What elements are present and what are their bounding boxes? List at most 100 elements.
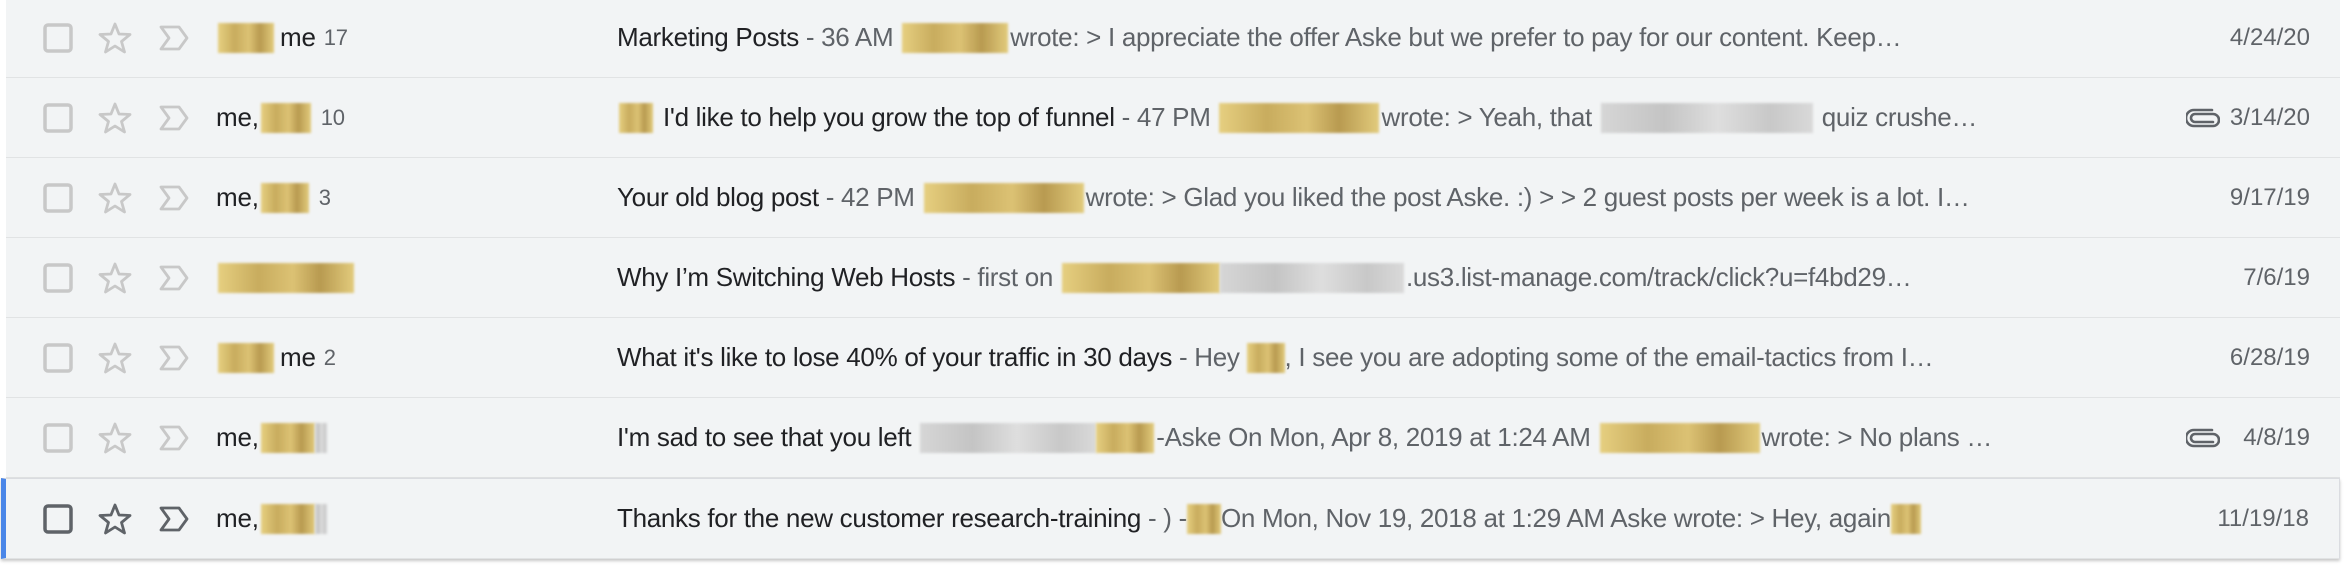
redacted-text <box>1600 102 1813 133</box>
sender: me 2 <box>216 318 336 397</box>
importance-marker-icon[interactable] <box>158 344 190 372</box>
star-icon[interactable] <box>98 181 132 215</box>
importance-marker-icon[interactable] <box>158 104 190 132</box>
snippet <box>911 422 918 453</box>
thread-date: 11/19/18 <box>2217 504 2309 532</box>
thread-content: Your old blog post - 42 PM wrote: > Glad… <box>617 158 2128 237</box>
importance-marker-icon[interactable] <box>158 24 190 52</box>
star-icon[interactable] <box>98 341 132 375</box>
redacted-name <box>1246 342 1285 373</box>
sender-name: me, <box>216 422 259 452</box>
snippet: - 47 PM <box>1114 102 1218 132</box>
snippet: wrote: > No plans … <box>1761 422 1993 452</box>
importance-marker-icon[interactable] <box>158 424 190 452</box>
snippet: quiz crushe… <box>1814 102 1978 132</box>
thread-date: 4/24/20 <box>2229 23 2310 51</box>
star-icon[interactable] <box>98 421 132 455</box>
importance-marker-icon[interactable] <box>158 184 190 212</box>
star-icon[interactable] <box>98 261 132 295</box>
thread-content: Marketing Posts - 36 AM wrote: > I appre… <box>617 0 2128 77</box>
snippet: -Aske On Mon, Apr 8, 2019 at 1:24 AM <box>1156 422 1598 452</box>
checkbox-icon[interactable] <box>42 182 74 214</box>
thread-row[interactable]: Why I’m Switching Web Hosts - first on .… <box>6 238 2340 318</box>
redacted-text <box>1219 262 1404 293</box>
paperclip-icon <box>2186 108 2220 127</box>
thread-date: 4/8/19 <box>2243 423 2310 451</box>
subject: What it's like to lose 40% of your traff… <box>617 342 1173 372</box>
star-icon[interactable] <box>98 502 132 536</box>
subject: Your old blog post <box>617 182 819 212</box>
redacted-name <box>619 102 653 133</box>
thread-count: 17 <box>323 24 348 50</box>
sender: me, 10 <box>216 78 345 157</box>
thread-row[interactable]: me, I'm sad to see that you left -Aske O… <box>6 398 2340 478</box>
redacted-name <box>260 422 315 453</box>
redacted-name <box>260 102 311 133</box>
thread-row[interactable]: me 2 What it's like to lose 40% of your … <box>6 318 2340 398</box>
thread-count: 3 <box>318 184 331 210</box>
redacted-name <box>218 262 354 293</box>
snippet: - first on <box>955 262 1060 292</box>
sender-name: me, <box>216 503 259 533</box>
snippet: - ) - <box>1141 503 1187 533</box>
redacted-name <box>1061 262 1220 293</box>
checkbox-icon[interactable] <box>42 342 74 374</box>
star-icon[interactable] <box>98 101 132 135</box>
checkbox-icon[interactable] <box>42 262 74 294</box>
redacted-name <box>1599 422 1760 453</box>
sender: me, 3 <box>216 158 331 237</box>
thread-content: Why I’m Switching Web Hosts - first on .… <box>617 238 2128 317</box>
subject: I'd like to help you grow the top of fun… <box>663 102 1115 132</box>
redacted-text <box>314 503 327 534</box>
subject: Marketing Posts <box>617 22 799 52</box>
redacted-name <box>1186 503 1221 534</box>
snippet: - Hey <box>1172 342 1247 372</box>
snippet: - 36 AM <box>798 22 901 52</box>
sender <box>216 238 356 317</box>
thread-row[interactable]: me 17 Marketing Posts - 36 AM wrote: > I… <box>6 0 2340 78</box>
checkbox-icon[interactable] <box>42 22 74 54</box>
thread-date: 7/6/19 <box>2243 263 2310 291</box>
thread-count: 10 <box>320 104 345 130</box>
snippet: .us3.list-manage.com/track/click?u=f4bd2… <box>1405 262 1912 292</box>
sender-name: me, <box>216 182 259 212</box>
redacted-name <box>902 22 1009 53</box>
thread-row[interactable]: me, Thanks for the new customer research… <box>1 478 2340 559</box>
snippet: - 42 PM <box>818 182 922 212</box>
thread-date: 9/17/19 <box>2229 183 2310 211</box>
subject: Why I’m Switching Web Hosts <box>617 262 956 292</box>
snippet: On Mon, Nov 19, 2018 at 1:29 AM Aske wro… <box>1220 503 1891 533</box>
thread-count: 2 <box>323 344 336 370</box>
redacted-name <box>218 342 274 373</box>
star-icon[interactable] <box>98 21 132 55</box>
subject: I'm sad to see that you left <box>617 422 912 452</box>
importance-marker-icon[interactable] <box>158 505 190 533</box>
redacted-name <box>1890 503 1921 534</box>
redacted-text <box>920 422 1097 453</box>
sender: me, <box>216 398 329 477</box>
redacted-name <box>1219 102 1380 133</box>
redacted-name <box>260 503 315 534</box>
email-thread-list: me 17 Marketing Posts - 36 AM wrote: > I… <box>1 0 2340 559</box>
sender: me, <box>216 479 329 558</box>
redacted-name <box>218 22 274 53</box>
checkbox-icon[interactable] <box>42 503 74 535</box>
importance-marker-icon[interactable] <box>158 264 190 292</box>
redacted-name <box>260 182 309 213</box>
redacted-name <box>1096 422 1155 453</box>
subject: Thanks for the new customer research-tra… <box>617 503 1142 533</box>
snippet: , I see you are adopting some of the ema… <box>1284 342 1934 372</box>
sender: me 17 <box>216 0 348 77</box>
snippet: wrote: > Glad you liked the post Aske. :… <box>1085 182 1970 212</box>
thread-row[interactable]: me, 3 Your old blog post - 42 PM wrote: … <box>6 158 2340 238</box>
checkbox-icon[interactable] <box>42 102 74 134</box>
paperclip-icon <box>2186 428 2220 447</box>
thread-content: I'd like to help you grow the top of fun… <box>617 78 2078 157</box>
thread-content: I'm sad to see that you left -Aske On Mo… <box>617 398 2078 477</box>
checkbox-icon[interactable] <box>42 422 74 454</box>
thread-row[interactable]: me, 10 I'd like to help you grow the top… <box>6 78 2340 158</box>
snippet: wrote: > I appreciate the offer Aske but… <box>1010 22 1902 52</box>
snippet: wrote: > Yeah, that <box>1381 102 1599 132</box>
redacted-name <box>923 182 1084 213</box>
sender-name: me, <box>216 102 259 132</box>
